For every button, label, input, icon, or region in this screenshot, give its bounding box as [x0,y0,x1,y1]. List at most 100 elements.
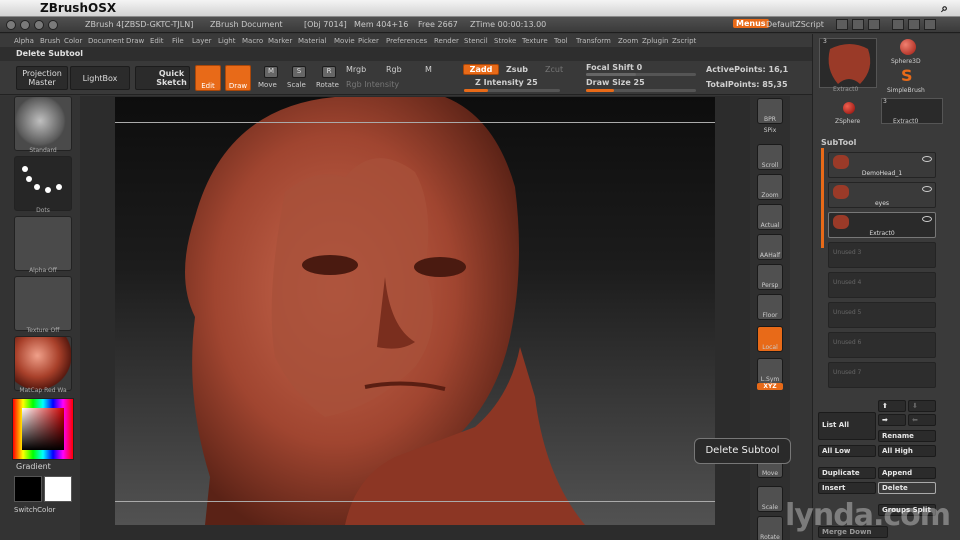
maximize-icon[interactable] [908,19,920,30]
layout-icon[interactable] [852,19,864,30]
spotlight-icon[interactable]: ⌕ [941,1,948,16]
mrgb-button[interactable]: Mrgb [346,65,366,74]
aahalf-button[interactable]: AAHalf [750,252,790,259]
local-button[interactable]: Local [750,344,790,351]
menu-layer[interactable]: Layer [192,37,212,45]
menu-brush[interactable]: Brush [40,37,60,45]
draw-button[interactable]: Draw [225,65,251,91]
focal-shift-track[interactable] [586,73,696,76]
main-color-swatch[interactable] [44,476,72,502]
menu-marker[interactable]: Marker [268,37,292,45]
z-intensity-slider[interactable]: Z Intensity 25 [475,78,538,87]
minimize-window-icon[interactable] [20,20,30,30]
rgb-intensity-slider[interactable]: Rgb Intensity [346,80,399,89]
subtool-item[interactable]: Unused 4 [828,272,936,298]
rotate-button[interactable]: Rotate [316,81,339,89]
menu-transform[interactable]: Transform [576,37,611,45]
menu-light[interactable]: Light [218,37,235,45]
lsym-button[interactable]: L.Sym [750,376,790,383]
layout-icon[interactable] [868,19,880,30]
menu-zplugin[interactable]: Zplugin [642,37,668,45]
menu-preferences[interactable]: Preferences [386,37,427,45]
spix-slider[interactable]: SPix [750,127,790,134]
zoom-window-icon[interactable] [34,20,44,30]
secondary-color-swatch[interactable] [14,476,42,502]
edit-button[interactable]: Edit [195,65,221,91]
menu-render[interactable]: Render [434,37,459,45]
scale-button[interactable]: Scale [750,504,790,511]
rename-button[interactable]: Rename [878,430,936,442]
menu-texture[interactable]: Texture [522,37,548,45]
persp-button[interactable]: Persp [750,282,790,289]
tool-thumb-extract[interactable] [819,38,877,88]
menu-stencil[interactable]: Stencil [464,37,488,45]
delete-button[interactable]: Delete [878,482,936,494]
rgb-button[interactable]: Rgb [386,65,402,74]
arrow-up-icon[interactable]: ⬆ [878,400,906,412]
menu-alpha[interactable]: Alpha [14,37,34,45]
menus-toggle[interactable]: Menus [733,19,769,28]
draw-size-track[interactable] [586,89,696,92]
zscript-label[interactable]: DefaultZScript [766,20,824,29]
close-icon[interactable] [924,19,936,30]
subtool-item[interactable]: DemoHead_1 [828,152,936,178]
arrow-right-icon[interactable]: ➡ [878,414,906,426]
menu-document[interactable]: Document [88,37,124,45]
all-high-button[interactable]: All High [878,445,936,457]
zcut-button[interactable]: Zcut [545,65,563,74]
subtool-header[interactable]: SubTool [821,138,856,147]
m-button[interactable]: M [425,65,432,74]
focal-shift-slider[interactable]: Focal Shift 0 [586,63,642,72]
visibility-eye-icon[interactable] [922,186,932,192]
close-window-icon[interactable] [6,20,16,30]
menu-zoom[interactable]: Zoom [618,37,638,45]
menu-color[interactable]: Color [64,37,82,45]
brush-thumbnail[interactable] [14,96,72,151]
alpha-thumbnail[interactable] [14,216,72,271]
menu-file[interactable]: File [172,37,184,45]
quick-sketch-button[interactable]: Quick Sketch [135,66,190,90]
menu-draw[interactable]: Draw [126,37,144,45]
subtool-scrollbar[interactable] [821,148,824,248]
stroke-thumbnail[interactable] [14,156,72,211]
rotate-button[interactable]: Rotate [750,534,790,540]
subtool-item[interactable]: Unused 7 [828,362,936,388]
subtool-item[interactable]: eyes [828,182,936,208]
color-picker[interactable] [12,398,74,460]
arrow-left-icon[interactable]: ⬅ [908,414,936,426]
document-viewport[interactable] [115,97,715,525]
texture-thumbnail[interactable] [14,276,72,331]
layout-icon[interactable] [836,19,848,30]
visibility-eye-icon[interactable] [922,216,932,222]
subtool-item[interactable]: Unused 3 [828,242,936,268]
material-thumbnail[interactable] [14,336,72,391]
app-name[interactable]: ZBrushOSX [40,1,116,15]
list-all-button[interactable]: List All [818,412,876,440]
gradient-label[interactable]: Gradient [16,462,51,471]
subtool-item[interactable]: Extract0 [828,212,936,238]
menu-stroke[interactable]: Stroke [494,37,516,45]
zadd-button[interactable]: Zadd [463,64,499,75]
scale-button[interactable]: Scale [287,81,306,89]
arrow-down-icon[interactable]: ⬇ [908,400,936,412]
zsub-button[interactable]: Zsub [506,65,528,74]
actual-button[interactable]: Actual [750,222,790,229]
menu-material[interactable]: Material [298,37,326,45]
move-button[interactable]: Move [258,81,277,89]
menu-movie[interactable]: Movie [334,37,355,45]
scroll-button[interactable]: Scroll [750,162,790,169]
visibility-eye-icon[interactable] [922,156,932,162]
draw-size-slider[interactable]: Draw Size 25 [586,78,645,87]
move-button[interactable]: Move [750,470,790,477]
menu-picker[interactable]: Picker [358,37,379,45]
switchcolor-button[interactable]: SwitchColor [14,506,55,514]
menu-zscript[interactable]: Zscript [672,37,696,45]
zoom-button[interactable]: Zoom [750,192,790,199]
menu-tool[interactable]: Tool [554,37,568,45]
lightbox-button[interactable]: LightBox [70,66,130,90]
restore-icon[interactable] [892,19,904,30]
simplebrush-icon[interactable]: S [901,66,913,85]
floor-button[interactable]: Floor [750,312,790,319]
menu-edit[interactable]: Edit [150,37,164,45]
insert-button[interactable]: Insert [818,482,876,494]
